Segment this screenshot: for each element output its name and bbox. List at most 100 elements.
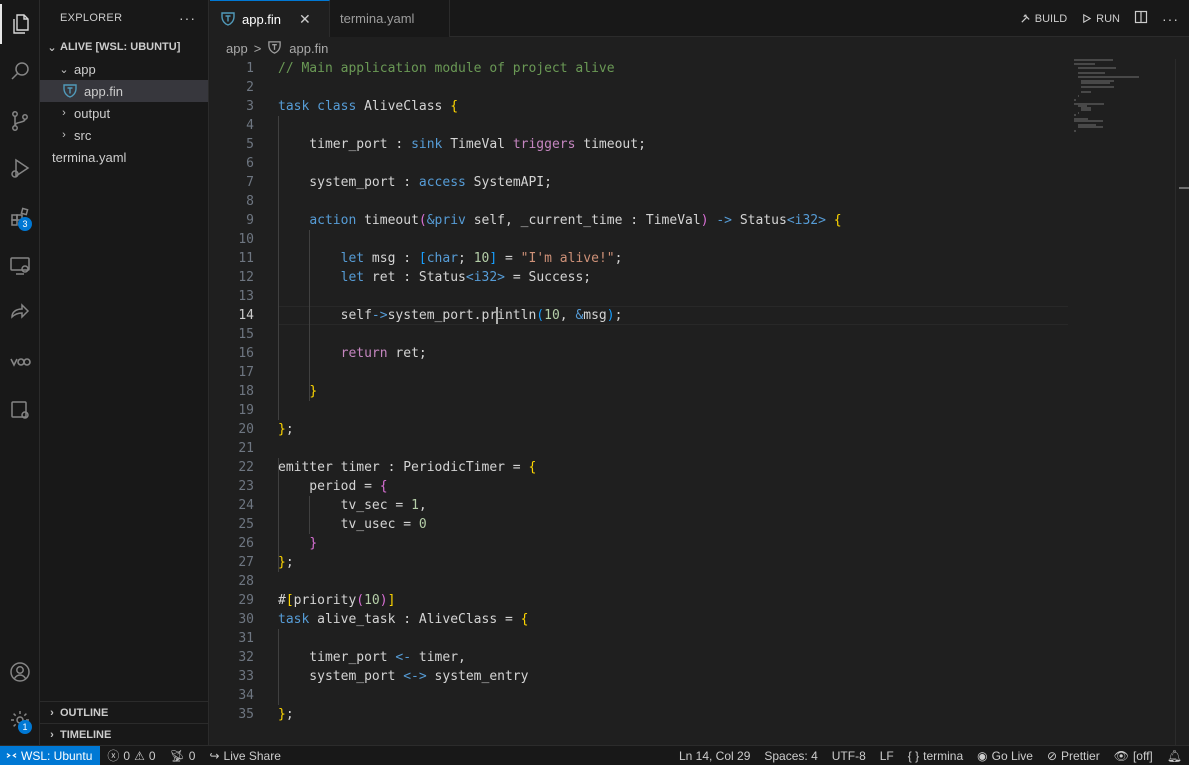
line-number: 9 bbox=[246, 213, 254, 228]
line-number: 26 bbox=[238, 536, 254, 551]
code-line: 35}; bbox=[210, 705, 1070, 724]
code-line: 7 system_port : access SystemAPI; bbox=[210, 173, 1070, 192]
code-text: tv_sec = 1, bbox=[278, 498, 427, 513]
line-number: 31 bbox=[238, 631, 254, 646]
chevron-right-icon: › bbox=[50, 707, 54, 719]
editor-scrollbar[interactable] bbox=[1175, 59, 1189, 745]
line-number: 29 bbox=[238, 593, 254, 608]
remote-indicator[interactable]: WSL: Ubuntu bbox=[0, 745, 101, 765]
outline-section[interactable]: › OUTLINE bbox=[40, 701, 209, 724]
go-live-button[interactable]: ◉ Go Live bbox=[970, 749, 1040, 763]
minimap-line bbox=[1077, 75, 1139, 78]
line-number: 30 bbox=[238, 612, 254, 627]
minimap[interactable] bbox=[1070, 59, 1175, 745]
code-line: 25 tv_usec = 0 bbox=[210, 515, 1070, 534]
run-button[interactable]: RUN bbox=[1081, 13, 1120, 25]
tree-folder-app[interactable]: ⌄ app bbox=[40, 58, 208, 80]
minimap-line bbox=[1077, 111, 1079, 114]
code-editor[interactable]: 1 // Main application module of project a… bbox=[210, 59, 1189, 745]
indentation-selector[interactable]: Spaces: 4 bbox=[757, 749, 824, 763]
source-control-icon[interactable] bbox=[0, 101, 40, 141]
notifications-button[interactable]: 🔔︎ bbox=[1160, 749, 1189, 763]
code-line: 5 timer_port : sink TimeVal triggers tim… bbox=[210, 135, 1070, 154]
more-actions-icon[interactable]: ··· bbox=[179, 10, 196, 26]
broadcast-icon: ◉ bbox=[977, 748, 988, 763]
chevron-right-icon: › bbox=[50, 729, 54, 741]
breadcrumb-folder[interactable]: app bbox=[226, 41, 248, 56]
tree-folder-output[interactable]: › output bbox=[40, 102, 208, 124]
bell-icon: 🔔︎ bbox=[1166, 748, 1182, 763]
code-text: timer_port <- timer, bbox=[278, 650, 466, 665]
line-number: 2 bbox=[246, 80, 254, 95]
editor-actions: BUILD RUN ··· bbox=[1020, 0, 1179, 37]
minimap-line bbox=[1074, 119, 1103, 122]
line-number: 23 bbox=[238, 479, 254, 494]
code-text: tv_usec = 0 bbox=[278, 517, 427, 532]
cursor-position[interactable]: Ln 14, Col 29 bbox=[672, 749, 757, 763]
tree-item-label: app.fin bbox=[84, 83, 124, 99]
braces-icon: { } bbox=[907, 748, 920, 763]
code-text: timer_port : sink TimeVal triggers timeo… bbox=[278, 137, 646, 152]
code-text: // Main application module of project al… bbox=[278, 61, 615, 76]
live-share-icon: ↪ bbox=[209, 748, 220, 763]
split-editor-icon[interactable] bbox=[1134, 10, 1148, 27]
minimap-line bbox=[1081, 109, 1092, 112]
code-text: system_port <-> system_entry bbox=[278, 669, 529, 684]
line-number: 18 bbox=[238, 384, 254, 399]
language-selector[interactable]: { } termina bbox=[901, 749, 970, 763]
code-text: return ret; bbox=[340, 346, 427, 361]
preview-toggle[interactable]: 👁︎ [off] bbox=[1107, 749, 1160, 763]
code-line: 28 bbox=[210, 572, 1070, 591]
code-line: 27}; bbox=[210, 553, 1070, 572]
minimap-line bbox=[1074, 98, 1076, 101]
line-number: 15 bbox=[238, 327, 254, 342]
line-number: 20 bbox=[238, 422, 254, 437]
minimap-line bbox=[1077, 94, 1079, 97]
code-line: 14 self->system_port.println(10, &msg); bbox=[210, 306, 1070, 325]
code-text: period = { bbox=[278, 479, 388, 494]
manage-gear-icon[interactable]: 1 bbox=[0, 700, 40, 740]
tab-termina-yaml[interactable]: termina.yaml bbox=[330, 0, 450, 37]
explorer-icon[interactable] bbox=[0, 4, 40, 44]
line-number: 10 bbox=[238, 232, 254, 247]
line-number: 11 bbox=[238, 251, 254, 266]
code-line: 21 bbox=[210, 439, 1070, 458]
run-debug-icon[interactable] bbox=[0, 148, 40, 188]
code-line: 29 #[priority(10)] bbox=[210, 591, 1070, 610]
search-icon[interactable] bbox=[0, 52, 40, 92]
live-share-button[interactable]: ↪ Live Share bbox=[202, 749, 287, 763]
breadcrumb-file[interactable]: app.fin bbox=[289, 41, 328, 56]
ports-indicator[interactable]: 📡︎ 0 bbox=[163, 749, 203, 763]
extensions-icon[interactable]: 3 bbox=[0, 197, 40, 237]
tab-app-fin[interactable]: app.fin ✕ bbox=[210, 0, 330, 37]
remote-label: WSL: Ubuntu bbox=[21, 748, 93, 763]
workspace-header[interactable]: ⌄ ALIVE [WSL: UBUNTU] bbox=[40, 36, 208, 58]
tree-item-label: app bbox=[74, 61, 96, 77]
code-line: 32 timer_port <- timer, bbox=[210, 648, 1070, 667]
timeline-section[interactable]: › TIMELINE bbox=[40, 723, 209, 746]
code-line: 15 bbox=[210, 325, 1070, 344]
code-line: 17 bbox=[210, 363, 1070, 382]
code-line: 20}; bbox=[210, 420, 1070, 439]
more-actions-icon[interactable]: ··· bbox=[1162, 11, 1179, 27]
tree-file-app-fin[interactable]: app.fin bbox=[40, 80, 208, 102]
code-line: 4 bbox=[210, 116, 1070, 135]
prettier-button[interactable]: ⊘ Prettier bbox=[1040, 749, 1107, 763]
live-share-icon[interactable] bbox=[0, 293, 40, 333]
minimap-line bbox=[1074, 59, 1113, 61]
tree-file-termina-yaml[interactable]: termina.yaml bbox=[40, 146, 208, 168]
problems-indicator[interactable]: ⓧ 0 ⚠ 0 bbox=[100, 747, 162, 764]
termina-icon[interactable] bbox=[0, 342, 40, 382]
encoding-selector[interactable]: UTF-8 bbox=[825, 749, 873, 763]
tree-folder-src[interactable]: › src bbox=[40, 124, 208, 146]
account-icon[interactable] bbox=[0, 652, 40, 692]
build-button[interactable]: BUILD bbox=[1020, 13, 1067, 25]
line-number: 14 bbox=[238, 308, 254, 323]
settings-sync-icon[interactable] bbox=[0, 390, 40, 430]
remote-explorer-icon[interactable] bbox=[0, 246, 40, 286]
code-line: 8 bbox=[210, 192, 1070, 211]
code-line: 24 tv_sec = 1, bbox=[210, 496, 1070, 515]
eol-selector[interactable]: LF bbox=[873, 749, 901, 763]
line-number: 22 bbox=[238, 460, 254, 475]
close-icon[interactable]: ✕ bbox=[299, 11, 311, 28]
